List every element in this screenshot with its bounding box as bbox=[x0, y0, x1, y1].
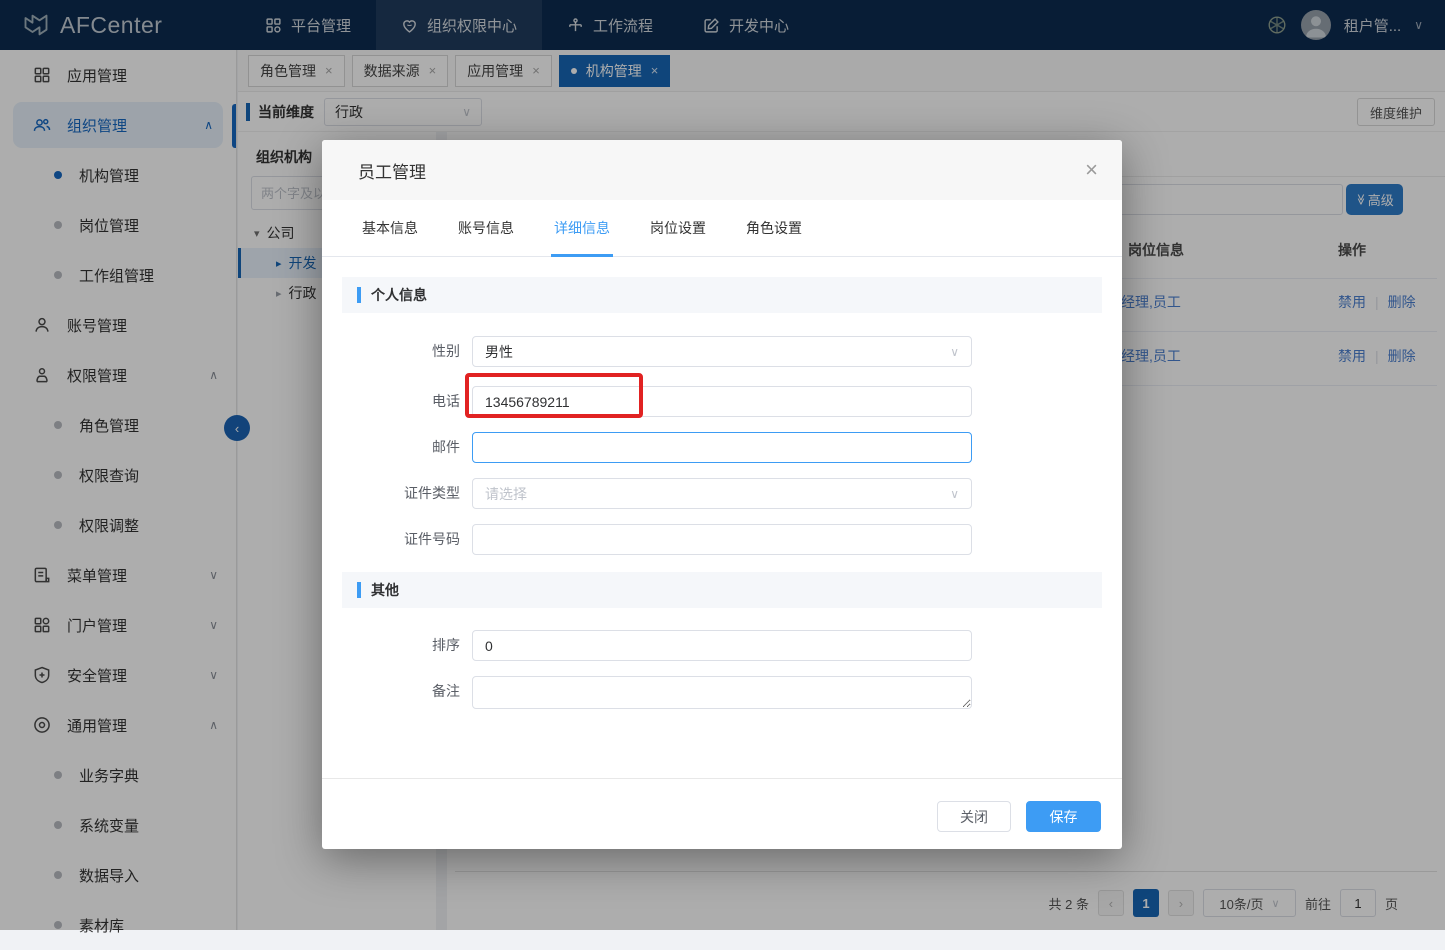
modal-header: 员工管理 × bbox=[322, 140, 1122, 200]
active-tab-underline bbox=[551, 254, 613, 257]
tab-label: 账号信息 bbox=[458, 218, 514, 238]
section-title: 其他 bbox=[371, 580, 399, 600]
tab-basic-info[interactable]: 基本信息 bbox=[362, 200, 418, 256]
employee-modal: 员工管理 × 基本信息 账号信息 详细信息 岗位设置 角色设置 个人信息 性别 … bbox=[322, 140, 1122, 849]
remark-label: 备注 bbox=[322, 676, 460, 707]
id-type-label: 证件类型 bbox=[322, 478, 460, 509]
tab-position-settings[interactable]: 岗位设置 bbox=[650, 200, 706, 256]
modal-tab-bar: 基本信息 账号信息 详细信息 岗位设置 角色设置 bbox=[322, 200, 1122, 257]
gender-label: 性别 bbox=[322, 336, 460, 367]
id-number-input[interactable] bbox=[472, 524, 972, 555]
tab-label: 基本信息 bbox=[362, 218, 418, 238]
accent-bar bbox=[357, 582, 361, 598]
divider bbox=[322, 778, 1122, 779]
close-button[interactable]: 关闭 bbox=[937, 801, 1011, 832]
section-other: 其他 bbox=[342, 572, 1102, 608]
modal-title: 员工管理 bbox=[358, 158, 426, 183]
gender-value: 男性 bbox=[485, 342, 513, 362]
tab-label: 详细信息 bbox=[554, 218, 610, 238]
tab-detail-info[interactable]: 详细信息 bbox=[554, 200, 610, 256]
sort-label: 排序 bbox=[322, 630, 460, 661]
tab-label: 角色设置 bbox=[746, 218, 802, 238]
tab-account-info[interactable]: 账号信息 bbox=[458, 200, 514, 256]
id-type-placeholder: 请选择 bbox=[485, 484, 527, 504]
phone-input[interactable] bbox=[472, 386, 972, 417]
sort-input[interactable] bbox=[472, 630, 972, 661]
remark-textarea[interactable] bbox=[472, 676, 972, 709]
email-input[interactable] bbox=[472, 432, 972, 463]
section-personal-info: 个人信息 bbox=[342, 277, 1102, 313]
save-button[interactable]: 保存 bbox=[1026, 801, 1101, 832]
section-title: 个人信息 bbox=[371, 285, 427, 305]
email-label: 邮件 bbox=[322, 432, 460, 463]
gender-select[interactable]: 男性 ∨ bbox=[472, 336, 972, 367]
close-icon[interactable]: × bbox=[1085, 159, 1098, 181]
phone-label: 电话 bbox=[322, 386, 460, 417]
id-type-select[interactable]: 请选择 ∨ bbox=[472, 478, 972, 509]
chevron-down-icon: ∨ bbox=[950, 487, 959, 501]
accent-bar bbox=[357, 287, 361, 303]
tab-role-settings[interactable]: 角色设置 bbox=[746, 200, 802, 256]
tab-label: 岗位设置 bbox=[650, 218, 706, 238]
chevron-down-icon: ∨ bbox=[950, 345, 959, 359]
id-number-label: 证件号码 bbox=[322, 524, 460, 555]
